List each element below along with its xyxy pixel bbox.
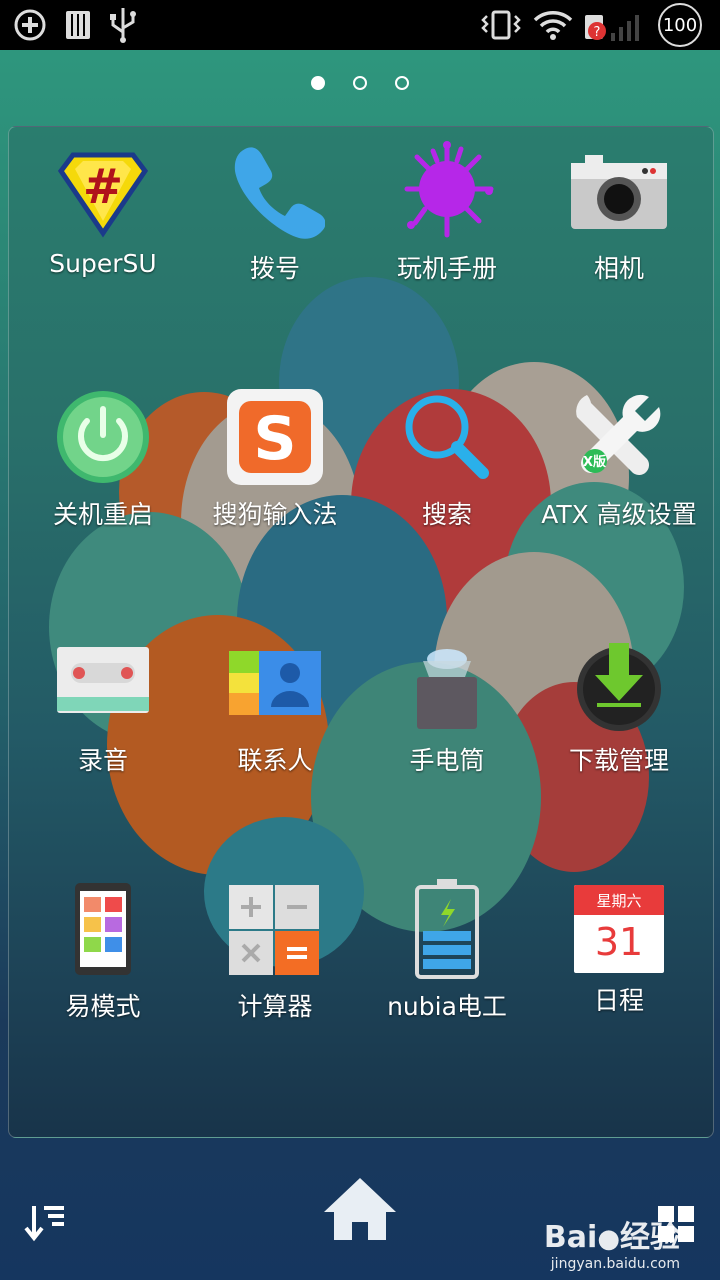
app-flashlight[interactable]: 手电筒 [361,619,533,819]
app-camera[interactable]: 相机 [533,127,705,327]
app-label: 日程 [593,986,644,1015]
app-label: 搜索 [421,500,472,529]
easy-mode-icon [53,879,153,979]
app-label: 玩机手册 [396,254,497,283]
app-recorder[interactable]: 录音 [17,619,189,819]
page-dot-2[interactable] [353,76,367,90]
add-circle-icon [10,0,50,50]
baidu-watermark: Bai●经验 jingyan.baidu.com [544,1212,680,1272]
app-manual[interactable]: 玩机手册 [361,127,533,327]
app-contacts[interactable]: 联系人 [189,619,361,819]
signal-icon: ? [582,0,644,50]
app-nubia-battery[interactable]: nubia电工 [361,865,533,1065]
svg-text:S: S [253,404,296,474]
recorder-icon [53,633,153,733]
watermark-brand2: 经验 [620,1220,680,1255]
app-label: 计算器 [237,992,313,1021]
calendar-date: 31 [594,920,644,964]
page-indicator [0,76,720,90]
sogou-icon: S [225,387,325,487]
watermark-brand: Bai [543,1220,598,1255]
contacts-icon [225,633,325,733]
power-icon [53,387,153,487]
app-label: SuperSU [49,249,157,278]
app-supersu[interactable]: # SuperSU [17,127,189,327]
usb-icon [106,0,140,50]
search-icon [397,387,497,487]
paw-icon: ● [597,1224,620,1254]
camera-icon [569,141,669,241]
app-label: ATX 高级设置 [541,500,697,529]
status-bar: ? 100 [0,0,720,50]
home-icon[interactable] [320,1174,400,1248]
battery-indicator: 100 [658,3,702,47]
app-label: 拨号 [249,254,300,283]
atx-badge: X版 [583,455,607,470]
app-power[interactable]: 关机重启 [17,373,189,573]
wrench-icon: X版 [569,387,669,487]
app-folder-panel: # SuperSU 拨号 玩机手册 相机 关机重启 S 搜狗输入法 搜索 X版 … [8,126,714,1138]
app-label: 录音 [77,746,128,775]
app-label: 关机重启 [52,500,153,529]
page-dot-3[interactable] [395,76,409,90]
wifi-icon [532,0,574,50]
sd-card-icon [62,0,94,50]
app-easy-mode[interactable]: 易模式 [17,865,189,1065]
phone-icon [225,141,326,241]
app-atx-settings[interactable]: X版 ATX 高级设置 [533,373,705,573]
app-download[interactable]: 下载管理 [533,619,705,819]
app-label: 搜狗输入法 [212,500,338,529]
app-calculator[interactable]: 计算器 [189,865,361,1065]
calendar-weekday: 星期六 [574,885,664,915]
app-sogou[interactable]: S 搜狗输入法 [189,373,361,573]
sort-icon[interactable] [22,1200,68,1250]
vibrate-icon [478,0,524,50]
svg-text:#: # [83,159,123,215]
app-label: 联系人 [237,746,313,775]
app-phone[interactable]: 拨号 [189,127,361,327]
battery-app-icon [397,879,497,979]
supersu-icon: # [53,141,153,241]
flashlight-icon [397,633,497,733]
page-dot-1[interactable] [311,76,325,90]
watermark-url: jingyan.baidu.com [550,1256,680,1272]
svg-text:?: ? [594,25,601,40]
app-label: 相机 [593,254,644,283]
app-calendar[interactable]: 星期六 31 日程 [533,865,705,1065]
app-label: 易模式 [65,992,141,1021]
download-icon [569,633,669,733]
manual-splash-icon [397,141,497,241]
calculator-icon [225,879,325,979]
calendar-icon: 星期六 31 [574,885,664,973]
app-label: nubia电工 [387,992,507,1021]
app-label: 手电筒 [409,746,485,775]
app-search[interactable]: 搜索 [361,373,533,573]
app-label: 下载管理 [568,746,669,775]
